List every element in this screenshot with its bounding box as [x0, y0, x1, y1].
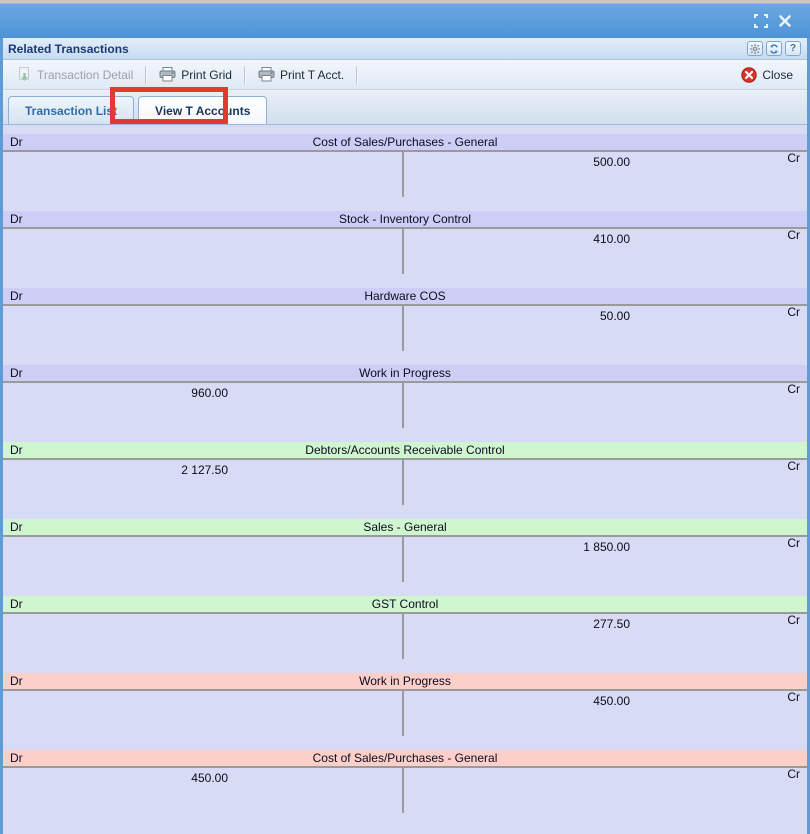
toolbar-separator: [145, 66, 147, 84]
t-account-body: 450.00: [3, 768, 807, 827]
dr-label: Dr: [10, 365, 23, 381]
t-account-body: 410.00: [3, 229, 807, 288]
account-name: GST Control: [3, 596, 807, 612]
t-divider: [402, 768, 404, 813]
dr-label: Dr: [10, 750, 23, 766]
debit-amount: 450.00: [3, 770, 228, 786]
t-account-header: Dr Work in Progress Cr: [3, 673, 807, 689]
t-account-section: Dr Cost of Sales/Purchases - General Cr …: [3, 134, 807, 211]
t-account-body: 500.00: [3, 152, 807, 211]
toolbar-separator: [244, 66, 246, 84]
tab-bar: Transaction List View T Accounts: [3, 90, 807, 125]
account-name: Cost of Sales/Purchases - General: [3, 750, 807, 766]
t-account-body: 277.50: [3, 614, 807, 673]
printer-icon: [159, 67, 176, 82]
t-account-section: Dr Hardware COS Cr 50.00: [3, 288, 807, 365]
refresh-button[interactable]: [766, 41, 782, 56]
dialog-header: Related Transactions: [3, 38, 807, 60]
t-divider: [402, 229, 404, 274]
dr-label: Dr: [10, 519, 23, 535]
close-red-icon: [741, 67, 757, 83]
credit-amount: 410.00: [405, 231, 630, 247]
dialog-frame: Related Transactions: [0, 38, 810, 834]
t-account-body: 960.00: [3, 383, 807, 442]
tab-transaction-list[interactable]: Transaction List: [8, 96, 134, 124]
account-name: Work in Progress: [3, 673, 807, 689]
t-account-body: 2 127.50: [3, 460, 807, 519]
t-account-section: Dr Work in Progress Cr 450.00: [3, 673, 807, 750]
refresh-icon: [769, 44, 779, 54]
print-grid-button[interactable]: Print Grid: [153, 65, 238, 84]
credit-amount: 50.00: [405, 308, 630, 324]
window-titlebar: [0, 4, 810, 38]
t-account-body: 450.00: [3, 691, 807, 750]
t-account-header: Dr GST Control Cr: [3, 596, 807, 612]
close-button[interactable]: Close: [735, 65, 799, 85]
account-name: Stock - Inventory Control: [3, 211, 807, 227]
t-account-body: 1 850.00: [3, 537, 807, 596]
t-account-body: 50.00: [3, 306, 807, 365]
credit-amount: 1 850.00: [405, 539, 630, 555]
tab-label: View T Accounts: [155, 104, 250, 118]
credit-amount: 450.00: [405, 693, 630, 709]
t-accounts-panel: Dr Cost of Sales/Purchases - General Cr …: [3, 125, 807, 834]
credit-amount: 500.00: [405, 154, 630, 170]
debit-amount: 960.00: [3, 385, 228, 401]
related-transactions-window: Related Transactions: [0, 0, 810, 834]
close-icon[interactable]: [778, 14, 792, 28]
dialog-title: Related Transactions: [8, 42, 744, 56]
t-account-header: Dr Hardware COS Cr: [3, 288, 807, 304]
t-account-header: Dr Stock - Inventory Control Cr: [3, 211, 807, 227]
toolbar: Transaction Detail Print Grid: [3, 60, 807, 90]
printer-icon: [258, 67, 275, 82]
t-divider: [402, 306, 404, 351]
dr-label: Dr: [10, 211, 23, 227]
t-account-section: Dr GST Control Cr 277.50: [3, 596, 807, 673]
print-t-acct-label: Print T Acct.: [280, 68, 344, 82]
dr-label: Dr: [10, 596, 23, 612]
account-name: Work in Progress: [3, 365, 807, 381]
t-account-section: Dr Sales - General Cr 1 850.00: [3, 519, 807, 596]
maximize-icon[interactable]: [754, 14, 768, 28]
debit-amount: 2 127.50: [3, 462, 228, 478]
print-grid-label: Print Grid: [181, 68, 232, 82]
t-account-section: Dr Debtors/Accounts Receivable Control C…: [3, 442, 807, 519]
toolbar-separator: [356, 66, 358, 84]
t-account-header: Dr Sales - General Cr: [3, 519, 807, 535]
tab-view-t-accounts[interactable]: View T Accounts: [138, 96, 267, 124]
gear-icon: [750, 44, 760, 54]
t-account-section: Dr Work in Progress Cr 960.00: [3, 365, 807, 442]
t-divider: [402, 460, 404, 505]
t-divider: [402, 537, 404, 582]
transaction-detail-button[interactable]: Transaction Detail: [11, 65, 139, 84]
dr-label: Dr: [10, 442, 23, 458]
t-divider: [402, 383, 404, 428]
t-divider: [402, 152, 404, 197]
dr-label: Dr: [10, 288, 23, 304]
help-icon: ?: [790, 44, 796, 54]
account-name: Hardware COS: [3, 288, 807, 304]
t-divider: [402, 691, 404, 736]
t-account-header: Dr Debtors/Accounts Receivable Control C…: [3, 442, 807, 458]
t-account-header: Dr Cost of Sales/Purchases - General Cr: [3, 134, 807, 150]
t-account-header: Dr Cost of Sales/Purchases - General Cr: [3, 750, 807, 766]
t-account-section: Dr Stock - Inventory Control Cr 410.00: [3, 211, 807, 288]
t-account-header: Dr Work in Progress Cr: [3, 365, 807, 381]
t-account-section: Dr Cost of Sales/Purchases - General Cr …: [3, 750, 807, 827]
transaction-detail-icon: [17, 67, 32, 82]
account-name: Debtors/Accounts Receivable Control: [3, 442, 807, 458]
tab-label: Transaction List: [25, 104, 117, 118]
account-name: Sales - General: [3, 519, 807, 535]
account-name: Cost of Sales/Purchases - General: [3, 134, 807, 150]
close-label: Close: [762, 68, 793, 82]
credit-amount: 277.50: [405, 616, 630, 632]
help-button[interactable]: ?: [785, 41, 801, 56]
dr-label: Dr: [10, 673, 23, 689]
dr-label: Dr: [10, 134, 23, 150]
t-divider: [402, 614, 404, 659]
settings-button[interactable]: [747, 41, 763, 56]
transaction-detail-label: Transaction Detail: [37, 68, 133, 82]
print-t-acct-button[interactable]: Print T Acct.: [252, 65, 350, 84]
